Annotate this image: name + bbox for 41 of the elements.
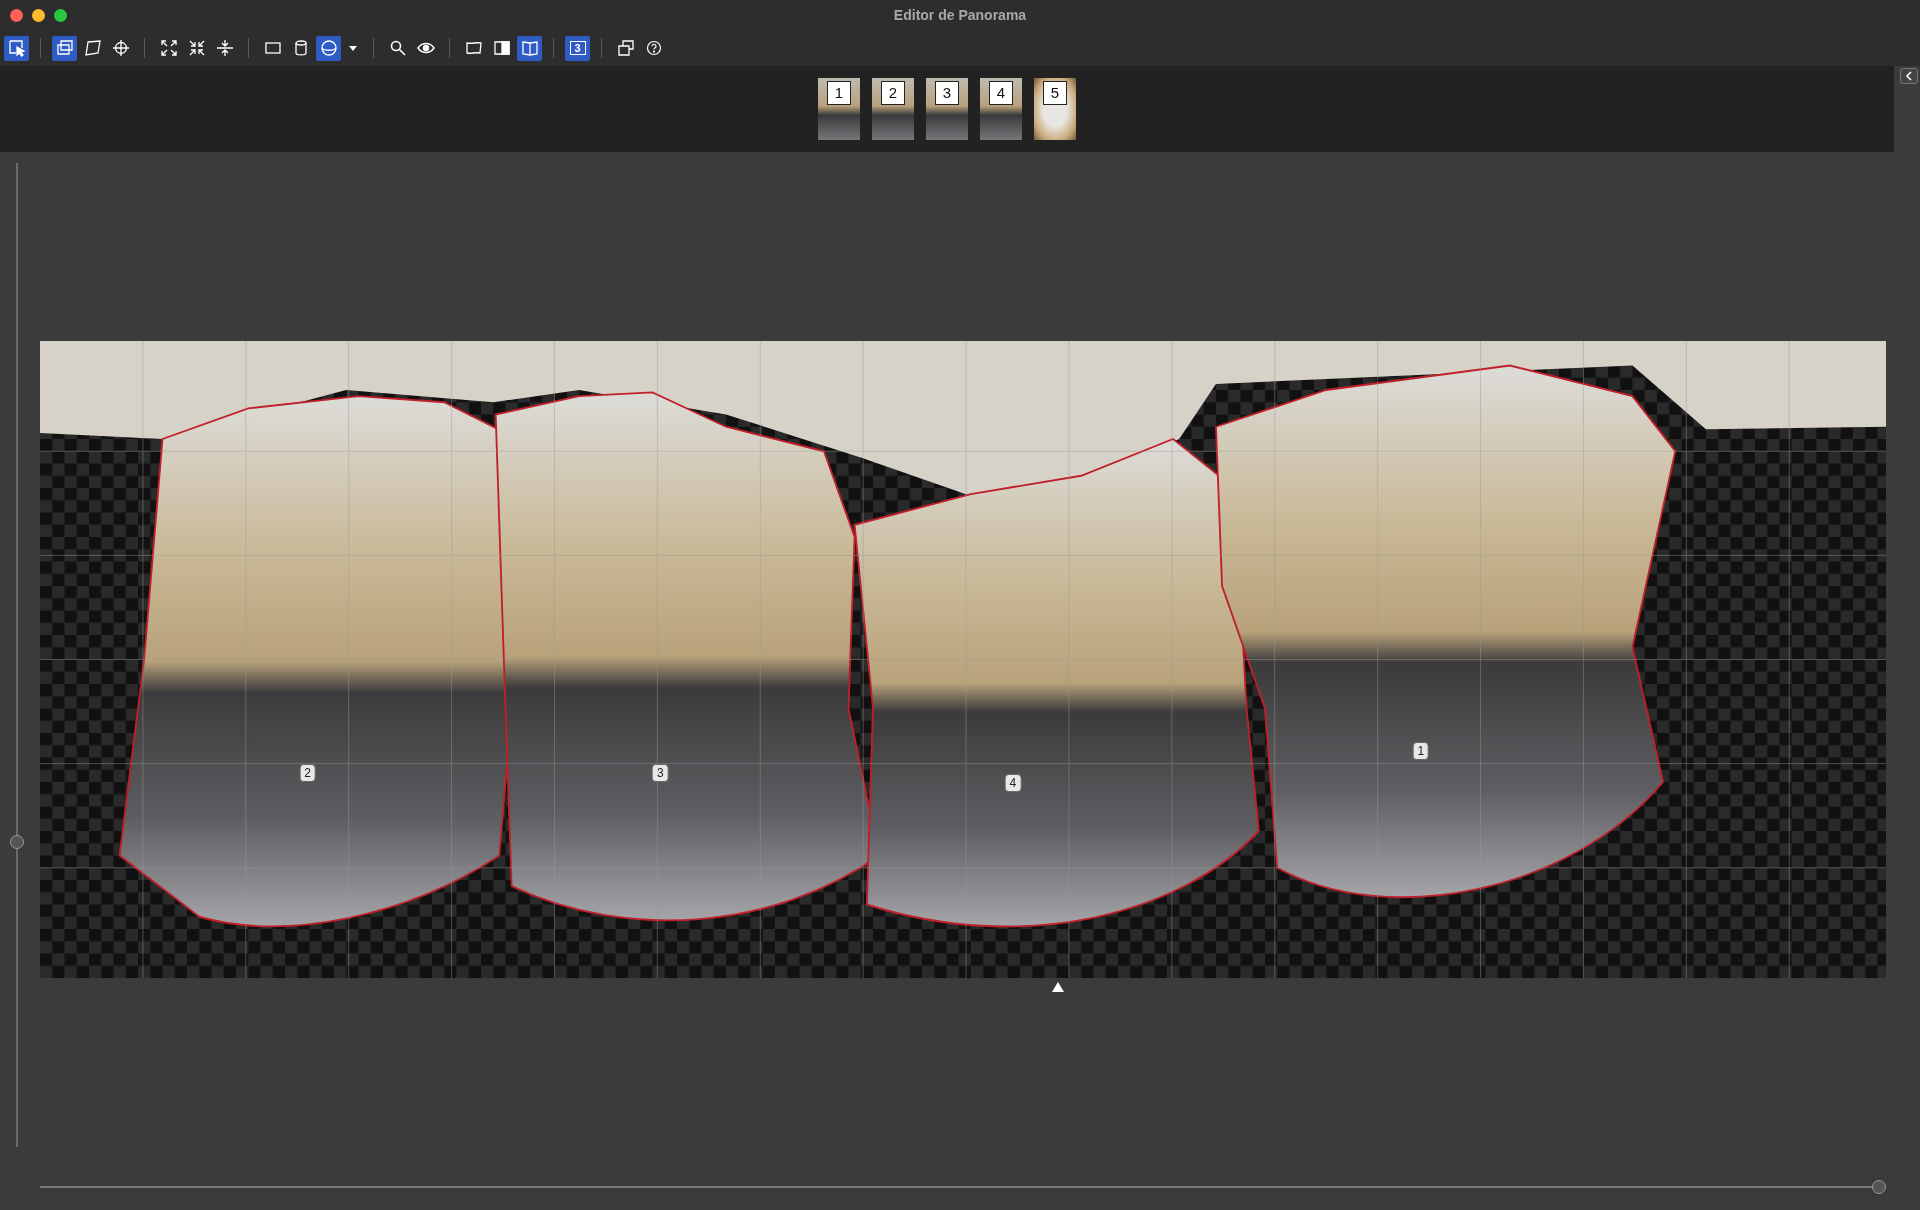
image-number: 2 bbox=[881, 81, 905, 105]
number-tool-button[interactable]: 3 bbox=[565, 35, 590, 61]
image-marker[interactable]: 2 bbox=[299, 764, 316, 782]
rectangle-icon bbox=[263, 39, 282, 57]
crosshair-icon bbox=[111, 39, 130, 57]
collapse-panel-button[interactable] bbox=[1900, 68, 1918, 84]
zoom-button[interactable] bbox=[54, 9, 67, 22]
center-arrows-icon bbox=[215, 39, 234, 57]
select-tool-button[interactable] bbox=[4, 35, 29, 61]
image-number: 4 bbox=[989, 81, 1013, 105]
image-number: 3 bbox=[935, 81, 959, 105]
image-number: 1 bbox=[827, 81, 851, 105]
warped-frame-icon bbox=[464, 39, 483, 57]
chevron-left-icon bbox=[1904, 71, 1914, 81]
layers-tool-button[interactable] bbox=[52, 35, 77, 61]
expand-arrows-icon bbox=[159, 39, 178, 57]
minimize-button[interactable] bbox=[32, 9, 45, 22]
image-thumbnail[interactable]: 3 bbox=[926, 78, 968, 140]
book-tool-button[interactable] bbox=[517, 35, 542, 61]
image-marker[interactable]: 3 bbox=[651, 764, 669, 782]
half-filled-frame-icon bbox=[492, 39, 511, 57]
help-icon bbox=[645, 40, 662, 56]
compress-arrows-icon bbox=[187, 39, 206, 57]
quadrilateral-icon bbox=[83, 39, 102, 57]
image-number: 5 bbox=[1043, 81, 1067, 105]
sphere-icon bbox=[319, 39, 338, 57]
image-thumbnail[interactable]: 1 bbox=[818, 78, 860, 140]
stacked-frames-icon bbox=[55, 39, 74, 57]
window-title: Editor de Panorama bbox=[893, 7, 1027, 23]
image-thumbnail[interactable]: 2 bbox=[872, 78, 914, 140]
numbered-box-icon: 3 bbox=[569, 41, 586, 55]
search-icon bbox=[388, 39, 407, 57]
cursor-select-icon bbox=[7, 39, 26, 57]
caret-icon bbox=[348, 43, 358, 53]
close-button[interactable] bbox=[10, 9, 23, 22]
image-thumbnail[interactable]: 5 bbox=[1034, 78, 1076, 140]
sphere-tool-button[interactable] bbox=[316, 35, 341, 61]
image-thumbnail[interactable]: 4 bbox=[980, 78, 1022, 140]
open-book-icon bbox=[520, 39, 539, 57]
center-triangle-icon[interactable] bbox=[1052, 981, 1064, 992]
windows-icon bbox=[616, 39, 635, 57]
